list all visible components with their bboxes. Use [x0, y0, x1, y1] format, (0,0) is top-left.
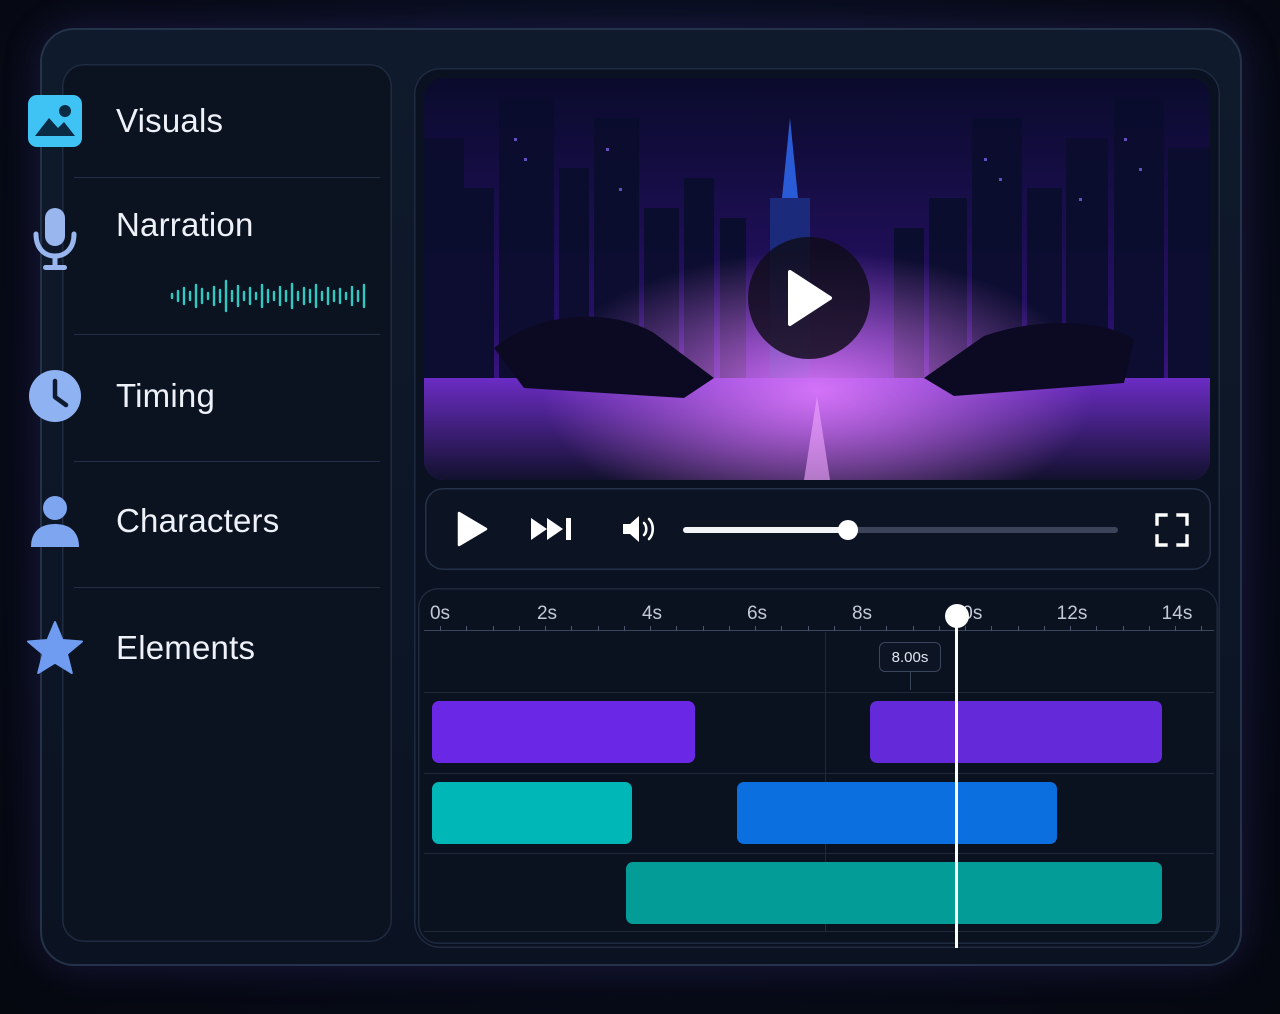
sidebar-item-visuals[interactable]: Visuals [12, 92, 318, 150]
ruler-tick [938, 626, 940, 631]
ruler-tick [545, 626, 546, 631]
ruler-tick [755, 626, 756, 631]
progress-fill [683, 527, 849, 533]
image-icon [26, 92, 84, 150]
ruler-tick [466, 626, 468, 631]
fullscreen-icon [1155, 513, 1189, 547]
divider [74, 587, 380, 588]
ruler-tick [912, 626, 914, 631]
ruler-tick [807, 626, 809, 631]
tick-label: 0s [429, 603, 451, 624]
track-divider [424, 773, 1214, 774]
tick-label: 4s [641, 603, 663, 624]
ruler-tick [728, 626, 730, 631]
ruler-tick [1096, 626, 1098, 631]
progress-slider[interactable] [683, 520, 1118, 540]
sidebar-item-elements[interactable]: Elements [12, 619, 318, 677]
ruler-tick [676, 626, 678, 631]
skip-forward-icon [531, 518, 571, 540]
ruler-tick [860, 626, 861, 631]
ruler-tick [781, 626, 783, 631]
timeline-clip[interactable] [626, 862, 1162, 924]
sidebar-item-label: Timing [116, 377, 215, 414]
ruler-tick [650, 626, 651, 631]
track-divider [424, 853, 1214, 854]
waveform [170, 279, 366, 313]
tick-label: 6s [746, 603, 768, 624]
ruler-tick [702, 626, 704, 631]
ruler-tick [518, 626, 520, 631]
ruler-tick [1201, 626, 1203, 631]
volume-button[interactable] [621, 512, 659, 546]
fullscreen-button[interactable] [1154, 512, 1190, 548]
timeline-clip[interactable] [432, 701, 695, 763]
ruler-tick [597, 626, 599, 631]
star-icon [26, 619, 84, 677]
timeline-clip[interactable] [432, 782, 632, 844]
tick-label: 14s [1161, 603, 1193, 624]
volume-icon [623, 516, 655, 542]
track-divider [424, 692, 1214, 693]
sidebar-item-label: Characters [116, 502, 280, 539]
divider [74, 177, 380, 178]
playhead-time-badge: 8.00s [879, 642, 941, 672]
playhead-handle[interactable] [945, 604, 969, 628]
play-icon [788, 270, 832, 326]
ruler-tick [1070, 626, 1071, 631]
play-overlay-button[interactable] [748, 237, 870, 359]
tick-label: 12s [1056, 603, 1088, 624]
tick-label: 2s [536, 603, 558, 624]
play-icon [457, 511, 488, 547]
sidebar-item-label: Visuals [116, 102, 224, 139]
track-divider [424, 931, 1214, 932]
badge-stem [910, 672, 911, 690]
sidebar-item-narration[interactable]: Narration [12, 206, 318, 270]
ruler-tick [1175, 626, 1176, 631]
timeline-clip[interactable] [736, 782, 1057, 844]
play-button[interactable] [455, 510, 489, 548]
tick-label: 8s [851, 603, 873, 624]
ruler-tick [833, 626, 835, 631]
ruler-tick [1043, 626, 1045, 631]
ruler-tick [440, 626, 441, 631]
sidebar-item-characters[interactable]: Characters [12, 492, 318, 550]
sidebar-item-label: Elements [116, 629, 256, 666]
ruler-tick [886, 626, 888, 631]
user-icon [26, 492, 84, 550]
clock-icon [26, 367, 84, 425]
ruler-tick [571, 626, 573, 631]
sidebar-item-label: Narration [116, 206, 254, 243]
ruler-tick [623, 626, 625, 631]
divider [74, 461, 380, 462]
sidebar-item-timing[interactable]: Timing [12, 367, 318, 425]
ruler-tick [965, 626, 966, 631]
playhead-line[interactable] [955, 618, 958, 948]
divider [74, 334, 380, 335]
microphone-icon [26, 208, 84, 270]
ruler-tick [492, 626, 494, 631]
ruler-tick [1122, 626, 1124, 631]
ruler-tick [991, 626, 993, 631]
ruler-tick [1017, 626, 1019, 631]
timeline-clip[interactable] [870, 701, 1162, 763]
ruler-tick [1148, 626, 1150, 631]
skip-forward-button[interactable] [529, 514, 575, 544]
